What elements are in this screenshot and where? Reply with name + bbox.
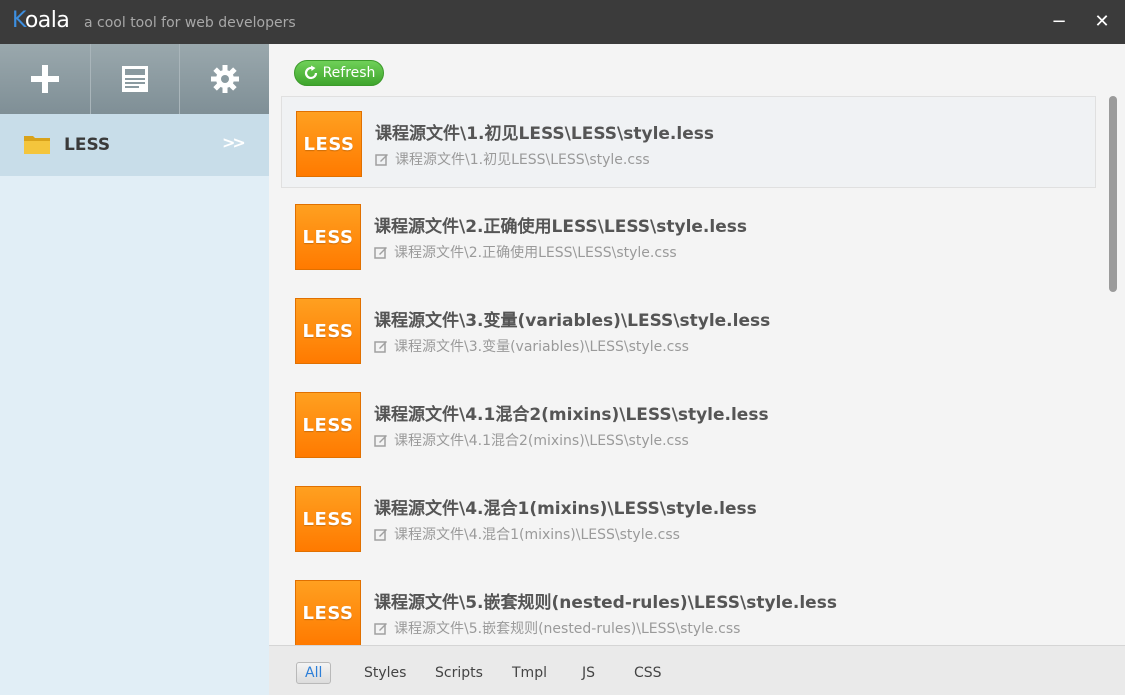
file-output-path[interactable]: 课程源文件\4.混合1(mixins)\LESS\style.css <box>394 524 680 544</box>
file-item[interactable]: LESS 课程源文件\5.嵌套规则(nested-rules)\LESS\sty… <box>281 566 1096 646</box>
file-source-path: 课程源文件\5.嵌套规则(nested-rules)\LESS\style.le… <box>374 593 837 613</box>
app-name: Koala <box>12 8 70 33</box>
edit-icon[interactable] <box>374 621 388 635</box>
less-file-icon: LESS <box>295 204 361 270</box>
edit-icon[interactable] <box>374 433 388 447</box>
less-file-icon: LESS <box>295 392 361 458</box>
file-source-path: 课程源文件\4.1混合2(mixins)\LESS\style.less <box>374 405 769 425</box>
file-output-path[interactable]: 课程源文件\5.嵌套规则(nested-rules)\LESS\style.cs… <box>394 618 740 638</box>
log-button[interactable] <box>90 44 178 114</box>
refresh-label: Refresh <box>322 65 376 81</box>
sidebar-toolbar <box>0 44 269 114</box>
filter-tab-tmpl[interactable]: Tmpl <box>504 662 555 684</box>
file-output-row: 课程源文件\5.嵌套规则(nested-rules)\LESS\style.cs… <box>374 618 740 638</box>
file-output-row: 课程源文件\3.变量(variables)\LESS\style.css <box>374 336 689 356</box>
refresh-button[interactable]: Refresh <box>294 60 384 86</box>
gear-icon <box>210 65 239 93</box>
project-label: LESS <box>64 135 111 155</box>
filter-tab-styles[interactable]: Styles <box>356 662 414 684</box>
file-item[interactable]: LESS 课程源文件\2.正确使用LESS\LESS\style.less 课程… <box>281 190 1096 282</box>
filter-tab-scripts[interactable]: Scripts <box>427 662 491 684</box>
scroll-thumb[interactable] <box>1109 96 1117 292</box>
filter-tab-all[interactable]: All <box>296 662 332 684</box>
file-item[interactable]: LESS 课程源文件\4.1混合2(mixins)\LESS\style.les… <box>281 378 1096 470</box>
settings-button[interactable] <box>179 44 269 114</box>
close-button[interactable]: ✕ <box>1090 10 1114 34</box>
file-item[interactable]: LESS 课程源文件\3.变量(variables)\LESS\style.le… <box>281 284 1096 376</box>
app-name-initial: K <box>12 8 25 33</box>
edit-icon[interactable] <box>375 152 389 166</box>
file-output-row: 课程源文件\4.混合1(mixins)\LESS\style.css <box>374 524 680 544</box>
file-output-row: 课程源文件\4.1混合2(mixins)\LESS\style.css <box>374 430 689 450</box>
file-item[interactable]: LESS 课程源文件\1.初见LESS\LESS\style.less 课程源文… <box>281 96 1096 188</box>
edit-icon[interactable] <box>374 527 388 541</box>
file-output-path[interactable]: 课程源文件\2.正确使用LESS\LESS\style.css <box>394 242 677 262</box>
file-output-path[interactable]: 课程源文件\3.变量(variables)\LESS\style.css <box>394 336 689 356</box>
edit-icon[interactable] <box>374 245 388 259</box>
sidebar: LESS >> <box>0 44 269 695</box>
filter-tab-js[interactable]: JS <box>574 662 603 684</box>
less-file-icon: LESS <box>296 111 362 177</box>
less-file-icon: LESS <box>295 486 361 552</box>
file-output-path[interactable]: 课程源文件\4.1混合2(mixins)\LESS\style.css <box>394 430 689 450</box>
edit-icon[interactable] <box>374 339 388 353</box>
log-icon <box>121 66 148 92</box>
vertical-scrollbar[interactable] <box>1105 94 1117 644</box>
file-output-row: 课程源文件\2.正确使用LESS\LESS\style.css <box>374 242 677 262</box>
file-source-path: 课程源文件\2.正确使用LESS\LESS\style.less <box>374 217 747 237</box>
less-file-icon: LESS <box>295 298 361 364</box>
chevron-right-icon[interactable]: >> <box>222 133 246 152</box>
plus-icon <box>30 65 59 93</box>
less-file-icon: LESS <box>295 580 361 646</box>
file-list: LESS 课程源文件\1.初见LESS\LESS\style.less 课程源文… <box>281 96 1096 646</box>
main-panel: Refresh LESS 课程源文件\1.初见LESS\LESS\style.l… <box>269 44 1125 695</box>
minimize-button[interactable]: − <box>1047 10 1071 34</box>
filter-tab-css[interactable]: CSS <box>626 662 670 684</box>
file-output-row: 课程源文件\1.初见LESS\LESS\style.css <box>375 149 650 169</box>
file-source-path: 课程源文件\3.变量(variables)\LESS\style.less <box>374 311 771 331</box>
file-source-path: 课程源文件\4.混合1(mixins)\LESS\style.less <box>374 499 757 519</box>
folder-icon <box>24 136 50 154</box>
project-item-less[interactable]: LESS >> <box>0 114 269 176</box>
file-source-path: 课程源文件\1.初见LESS\LESS\style.less <box>375 124 714 144</box>
file-item[interactable]: LESS 课程源文件\4.混合1(mixins)\LESS\style.less… <box>281 472 1096 564</box>
app-name-rest: oala <box>24 8 70 33</box>
filter-bar: All Styles Scripts Tmpl JS CSS <box>269 645 1125 695</box>
refresh-icon <box>304 65 317 80</box>
add-project-button[interactable] <box>0 44 89 114</box>
file-output-path[interactable]: 课程源文件\1.初见LESS\LESS\style.css <box>395 149 650 169</box>
app-tagline: a cool tool for web developers <box>84 15 296 31</box>
title-bar[interactable]: Koala a cool tool for web developers − ✕ <box>0 0 1125 44</box>
